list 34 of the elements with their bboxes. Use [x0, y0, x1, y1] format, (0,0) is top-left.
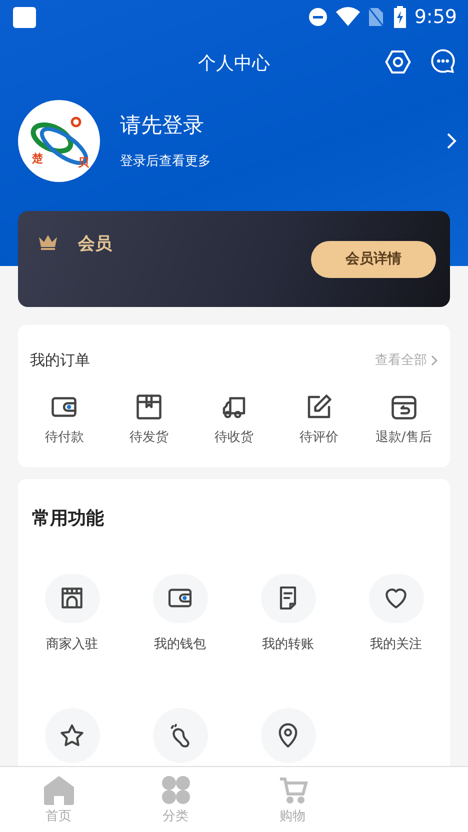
- status-time: 9:59: [414, 8, 457, 26]
- order-status-label[interactable]: 待评价: [299, 428, 338, 447]
- function-label: 我的转账: [262, 636, 314, 654]
- function-label: 商家入驻: [46, 636, 98, 654]
- section-title: 我的订单: [30, 350, 90, 371]
- function-button[interactable]: [260, 574, 316, 622]
- order-status-label[interactable]: 待付款: [44, 428, 84, 447]
- member-details-button[interactable]: 会员详情: [311, 241, 436, 278]
- chevron-right-icon: [431, 354, 438, 366]
- order-status-label[interactable]: 退款/售后: [375, 428, 432, 447]
- crown-icon: [38, 233, 58, 251]
- page-title: 个人中心: [198, 52, 270, 76]
- section-title: 常用功能: [32, 508, 104, 529]
- wifi-icon: [336, 7, 360, 27]
- box-icon: [134, 392, 164, 422]
- message-icon[interactable]: [430, 48, 456, 74]
- function-button[interactable]: [44, 574, 100, 622]
- cart-icon: [278, 775, 308, 805]
- function-label: 我的关注: [370, 636, 422, 654]
- function-button[interactable]: [152, 574, 208, 622]
- login-hint: 登录后查看更多: [120, 153, 212, 172]
- notification-icon: [13, 6, 36, 28]
- battery-charging-icon: [394, 6, 406, 28]
- function-button[interactable]: [368, 574, 424, 622]
- no-sim-icon: [368, 7, 384, 27]
- order-status-label[interactable]: 待发货: [130, 428, 169, 447]
- settings-icon[interactable]: [384, 48, 412, 76]
- home-icon: [42, 775, 74, 805]
- login-prompt[interactable]: 请先登录: [120, 110, 444, 140]
- order-status-label[interactable]: 待收货: [214, 428, 254, 447]
- do-not-disturb-icon: [308, 7, 328, 27]
- function-label: 我的钱包: [154, 636, 206, 654]
- member-label: 会员: [78, 233, 112, 255]
- grid-icon: [160, 775, 190, 805]
